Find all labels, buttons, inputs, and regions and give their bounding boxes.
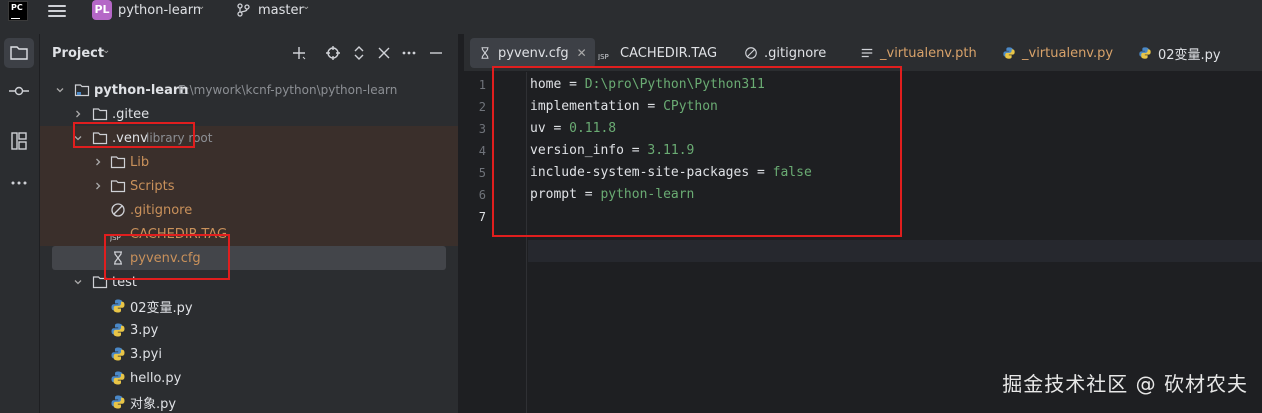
tree-item-path: E:\mywork\kcnf-python\python-learn [178,83,398,97]
tree-item-cachedir-tag[interactable]: JSP CACHEDIR.TAG [40,222,458,246]
chevron-down-icon[interactable] [54,84,66,96]
tree-item-label: 3.py [130,322,159,338]
watermark: 掘金技术社区 @ 砍材农夫 [1002,372,1248,396]
folder-icon [92,108,108,121]
tab-label: _virtualenv.pth [880,45,977,61]
chevron-right-icon[interactable] [92,156,104,168]
annotation-box-editor [492,66,902,237]
folder-icon [74,84,90,97]
line-number: 7 [478,210,486,224]
tree-item-object-py[interactable]: 对象.py [40,390,458,413]
line-number: 1 [478,78,486,92]
chevron-right-icon[interactable] [72,108,84,120]
tab-label: pyvenv.cfg [498,45,569,61]
tree-item-label: python-learn [94,82,189,98]
tree-item-label: Lib [130,154,150,170]
tab-gitignore[interactable]: .gitignore [736,38,834,68]
tree-item-label: .gitignore [130,202,193,218]
chevron-down-icon[interactable]: ⌄ [102,45,110,56]
tab-label: CACHEDIR.TAG [620,45,718,61]
line-number: 3 [478,122,486,136]
project-tool-window: Project ⌄ python-learn E:\mywork\kcnf-py… [40,34,458,413]
tab-02-py[interactable]: 02变量.py [1130,38,1229,68]
locate-icon[interactable] [324,44,342,62]
chevron-down-icon[interactable]: ⌄ [302,1,310,12]
tab-label: _virtualenv.py [1022,45,1114,61]
annotation-box-pyvenv-cfg [104,234,230,280]
project-badge[interactable]: PL [92,0,112,20]
git-branch-icon[interactable] [236,3,250,17]
tree-item-scripts[interactable]: Scripts [40,174,458,198]
python-file-icon [111,347,125,361]
more-tools-button[interactable] [4,168,34,198]
tree-item-label: .gitee [112,106,150,122]
folder-icon [10,46,28,60]
structure-icon [11,132,27,150]
expand-all-icon[interactable] [350,44,368,62]
project-panel-header: Project ⌄ [40,34,458,72]
chevron-down-icon[interactable] [72,276,84,288]
collapse-all-icon[interactable] [375,44,393,62]
project-tool-button[interactable] [4,38,34,68]
title-bar: PC PL python-learn ⌄ master ⌄ [0,0,1262,34]
ignore-file-icon [745,47,757,59]
chevron-right-icon[interactable] [92,180,104,192]
minimize-icon[interactable] [427,44,445,62]
tree-item-label: hello.py [130,370,182,386]
close-icon[interactable]: ✕ [577,46,587,60]
text-file-icon [861,48,873,58]
current-line-highlight [464,240,1262,262]
tree-item-label: 对象.py [130,396,177,412]
python-file-icon [1139,47,1151,59]
project-switcher[interactable]: python-learn [118,3,201,18]
python-file-icon [111,299,125,313]
annotation-box-venv [73,122,195,148]
tree-item-test[interactable]: test [40,270,458,294]
line-number: 5 [478,166,486,180]
tab-pyvenv-cfg[interactable]: pyvenv.cfg ✕ [470,38,595,68]
tree-item-hello-py[interactable]: hello.py [40,366,458,390]
chevron-down-icon[interactable]: ⌄ [197,1,205,12]
tree-item-02-py[interactable]: 02变量.py [40,294,458,318]
tab-virtualenv-pth[interactable]: _virtualenv.pth [852,38,985,68]
pycharm-logo[interactable]: PC [8,1,28,21]
tab-label: 02变量.py [1158,47,1221,63]
line-number: 6 [478,188,486,202]
commit-icon [9,86,29,96]
tree-item-3-pyi[interactable]: 3.pyi [40,342,458,366]
main-menu-icon[interactable] [48,2,66,18]
tree-item-label: 3.pyi [130,346,162,362]
jsp-file-icon: JSP [598,53,609,60]
svg-text:JSP: JSP [598,53,609,60]
ignore-file-icon [111,203,125,217]
tab-cachedir-tag[interactable]: JSP CACHEDIR.TAG [590,38,725,68]
tab-label: .gitignore [764,45,827,61]
config-file-icon [481,47,489,59]
line-number: 4 [478,144,486,158]
tree-item-label: 02变量.py [130,300,193,316]
add-icon[interactable] [290,44,308,62]
tree-item-gitignore[interactable]: .gitignore [40,198,458,222]
python-file-icon [111,371,125,385]
commit-tool-button[interactable] [4,76,34,106]
tab-virtualenv-py[interactable]: _virtualenv.py [994,38,1121,68]
line-number: 2 [478,100,486,114]
python-file-icon [1003,47,1015,59]
python-file-icon [111,395,125,409]
tree-item-label: Scripts [130,178,175,194]
tree-item-python-learn[interactable]: python-learn E:\mywork\kcnf-python\pytho… [40,78,458,102]
structure-tool-button[interactable] [4,126,34,156]
tool-window-strip [0,34,40,413]
python-file-icon [111,323,125,337]
more-icon [11,181,27,185]
branch-switcher[interactable]: master [258,3,304,18]
folder-icon [110,180,126,193]
tree-item-3-py[interactable]: 3.py [40,318,458,342]
panel-title[interactable]: Project [52,46,104,61]
tree-item-lib[interactable]: Lib [40,150,458,174]
folder-icon [110,156,126,169]
options-icon[interactable] [400,44,418,62]
